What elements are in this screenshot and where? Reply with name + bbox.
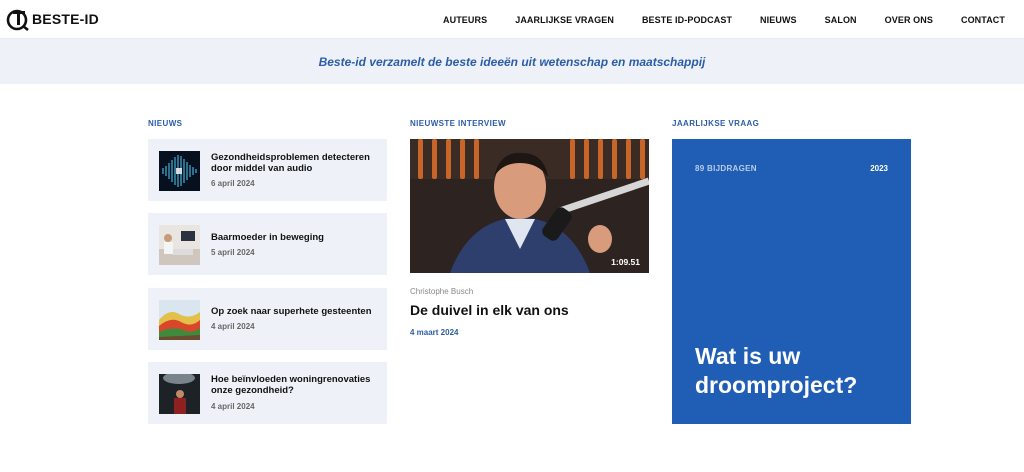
news-title: Hoe beïnvloeden woningrenovaties onze ge… (211, 374, 371, 396)
question-section-label: JAARLIJKSE VRAAG (672, 119, 760, 128)
news-title: Baarmoeder in beweging (211, 232, 324, 243)
news-date: 5 april 2024 (211, 248, 255, 257)
news-item[interactable]: Op zoek naar superhete gesteenten 4 apri… (148, 288, 387, 350)
tagline-banner: Beste-id verzamelt de beste ideeën uit w… (0, 39, 1024, 84)
news-thumbnail-clinic (159, 225, 200, 265)
interview-author[interactable]: Christophe Busch (410, 287, 473, 296)
news-date: 4 april 2024 (211, 322, 255, 331)
nav-contact[interactable]: CONTACT (961, 15, 1005, 25)
nav-auteurs[interactable]: AUTEURS (443, 15, 487, 25)
question-title: Wat is uw droomproject? (695, 343, 858, 398)
contributions-count: 89 BIJDRAGEN (695, 164, 757, 173)
nav-podcast[interactable]: BESTE ID-PODCAST (642, 15, 732, 25)
tagline-text: Beste-id verzamelt de beste ideeën uit w… (318, 54, 706, 69)
interview-section-label: NIEUWSTE INTERVIEW (410, 119, 506, 128)
news-thumbnail-renovation (159, 374, 200, 414)
interview-video-thumbnail[interactable]: 1:09.51 (410, 139, 649, 273)
yearly-question-card[interactable]: 89 BIJDRAGEN 2023 Wat is uw droomproject… (672, 139, 911, 424)
news-date: 6 april 2024 (211, 179, 255, 188)
news-thumbnail-geology (159, 300, 200, 340)
video-duration: 1:09.51 (611, 257, 640, 267)
news-title: Op zoek naar superhete gesteenten (211, 306, 372, 317)
nav-jaarlijkse-vragen[interactable]: JAARLIJKSE VRAGEN (515, 15, 614, 25)
logo-icon (6, 7, 30, 32)
news-title: Gezondheidsproblemen detecteren door mid… (211, 152, 370, 174)
news-date: 4 april 2024 (211, 402, 255, 411)
interview-date: 4 maart 2024 (410, 328, 459, 337)
news-item[interactable]: Gezondheidsproblemen detecteren door mid… (148, 139, 387, 201)
interview-title[interactable]: De duivel in elk van ons (410, 302, 569, 318)
news-section-label: NIEUWS (148, 119, 183, 128)
logo-text: BESTE-ID (32, 11, 99, 27)
news-thumbnail-audio (159, 151, 200, 191)
news-item[interactable]: Baarmoeder in beweging 5 april 2024 (148, 213, 387, 275)
site-header: BESTE-ID AUTEURS JAARLIJKSE VRAGEN BESTE… (0, 0, 1024, 39)
news-item[interactable]: Hoe beïnvloeden woningrenovaties onze ge… (148, 362, 387, 424)
main-nav: AUTEURS JAARLIJKSE VRAGEN BESTE ID-PODCA… (443, 0, 1005, 39)
site-logo[interactable]: BESTE-ID (6, 6, 99, 32)
nav-nieuws[interactable]: NIEUWS (760, 15, 797, 25)
nav-over-ons[interactable]: OVER ONS (885, 15, 933, 25)
question-year: 2023 (870, 164, 888, 173)
nav-salon[interactable]: SALON (825, 15, 857, 25)
